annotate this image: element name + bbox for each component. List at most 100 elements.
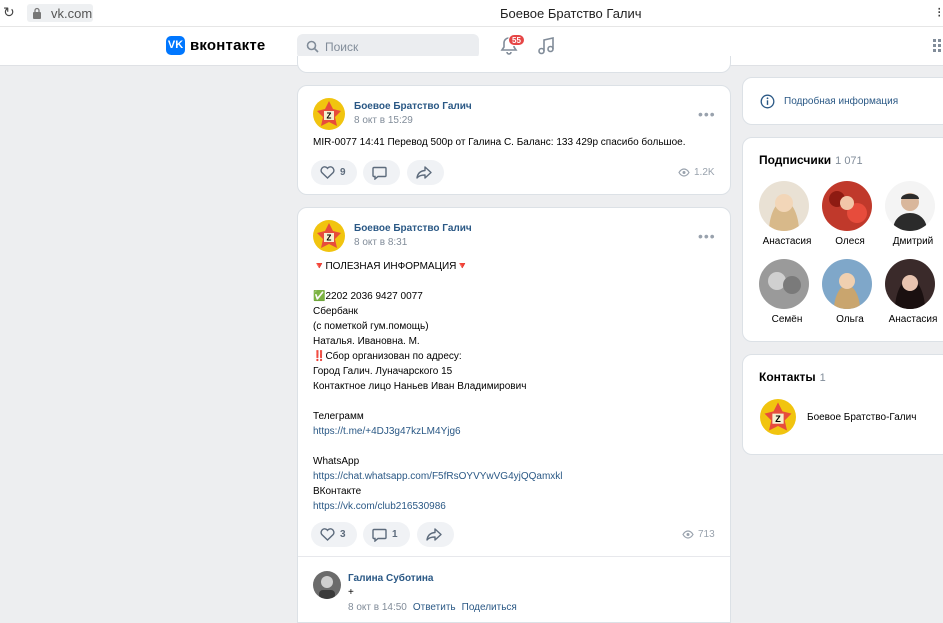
views-counter: 713 <box>682 529 715 540</box>
post-text-line: Наталья. Ивановна. М. <box>313 336 420 347</box>
contacts-label: Контакты <box>759 370 816 384</box>
contact-name[interactable]: Боевое Братство-Галич <box>807 412 916 423</box>
comment-author[interactable]: Галина Суботина <box>348 573 433 584</box>
heart-icon <box>320 166 335 179</box>
subscriber-name: Ольга <box>836 314 864 325</box>
comment-text: + <box>348 587 354 598</box>
browser-toolbar: ↻ vk.com Боевое Братство Галич ⁝ <box>0 0 943 27</box>
post-text-line: ВКонтакте <box>313 486 362 497</box>
address-bar[interactable]: vk.com <box>27 4 93 22</box>
like-count: 9 <box>340 167 346 178</box>
telegram-link[interactable]: https://t.me/+4DJ3g47kzLM4Yjg6 <box>313 424 723 439</box>
svg-text:Z: Z <box>327 112 332 121</box>
heart-icon <box>320 528 335 541</box>
previous-post-card <box>297 56 731 73</box>
share-button[interactable] <box>417 522 454 547</box>
like-count: 3 <box>340 529 346 540</box>
subscriber-name: Олеся <box>835 236 865 247</box>
share-button[interactable] <box>407 160 444 185</box>
page-title: Боевое Братство Галич <box>500 6 642 21</box>
reply-link[interactable]: Ответить <box>413 602 456 613</box>
lock-icon <box>33 7 41 19</box>
contacts-card: Контакты 1 Z Боевое Братство-Галич <box>742 354 943 455</box>
subscribers-count: 1 071 <box>835 155 863 167</box>
post-text-line: Контактное лицо Наньев Иван Владимирович <box>313 381 527 392</box>
apps-grid-icon[interactable] <box>933 39 943 53</box>
wall-post: Z Боевое Братство Галич 8 окт в 15:29 ••… <box>297 85 731 195</box>
avatar <box>822 259 872 309</box>
contacts-count: 1 <box>819 372 826 384</box>
avatar <box>822 181 872 231</box>
comment-button[interactable]: 1 <box>363 522 410 547</box>
post-more-icon[interactable]: ••• <box>698 228 716 244</box>
post-text-line: ✅2202 2036 9427 0077 <box>313 291 423 302</box>
post-text-line: MIR-0077 14:41 Перевод 500р от Галина С.… <box>313 137 686 148</box>
post-author[interactable]: Боевое Братство Галич <box>354 223 472 234</box>
comment-meta: 8 окт в 14:50 Ответить Поделиться <box>348 602 517 613</box>
community-avatar[interactable]: Z <box>313 220 345 252</box>
info-card: Подробная информация <box>742 77 943 125</box>
avatar <box>759 181 809 231</box>
share-comment-link[interactable]: Поделиться <box>462 602 517 613</box>
comment-button[interactable] <box>363 160 400 185</box>
commenter-avatar[interactable] <box>313 571 341 599</box>
subscribers-label: Подписчики <box>759 153 832 167</box>
vk-club-link[interactable]: https://vk.com/club216530986 <box>313 499 723 514</box>
post-text-line: ‼️Сбор организован по адресу: <box>313 351 462 362</box>
views-counter: 1.2K <box>678 167 715 178</box>
svg-text:Z: Z <box>775 414 781 424</box>
search-input[interactable] <box>325 37 465 56</box>
subscriber-name: Семён <box>771 314 803 325</box>
comments-divider <box>298 556 730 557</box>
post-date[interactable]: 8 окт в 8:31 <box>354 237 407 248</box>
like-button[interactable]: 3 <box>311 522 357 547</box>
contact-avatar[interactable]: Z <box>760 399 796 435</box>
post-text-line: Сбербанк <box>313 306 358 317</box>
svg-text:Z: Z <box>327 234 332 243</box>
search-icon <box>306 40 319 53</box>
comment-count: 1 <box>392 529 398 540</box>
subscribers-title[interactable]: Подписчики 1 071 <box>759 153 863 167</box>
address-url: vk.com <box>51 6 93 21</box>
site-logo-text[interactable]: вконтакте <box>190 37 265 54</box>
eye-icon <box>678 168 690 177</box>
subscriber-name: Анастасия <box>762 236 812 247</box>
post-text: MIR-0077 14:41 Перевод 500р от Галина С.… <box>313 135 723 150</box>
reload-icon[interactable]: ↻ <box>3 5 17 19</box>
vk-logo-icon[interactable]: VK <box>166 36 185 55</box>
avatar <box>759 259 809 309</box>
post-text-line: 🔻ПОЛЕЗНАЯ ИНФОРМАЦИЯ🔻 <box>313 261 469 272</box>
post-date[interactable]: 8 окт в 15:29 <box>354 115 413 126</box>
avatar <box>885 181 935 231</box>
views-count: 1.2K <box>694 167 715 178</box>
post-text-line: WhatsApp <box>313 456 360 467</box>
comment-date[interactable]: 8 окт в 14:50 <box>348 602 407 613</box>
post-text: 🔻ПОЛЕЗНАЯ ИНФОРМАЦИЯ🔻 ✅2202 2036 9427 00… <box>313 259 723 514</box>
whatsapp-link[interactable]: https://chat.whatsapp.com/F5fRsOYVYwVG4y… <box>313 469 723 484</box>
share-icon <box>416 166 432 179</box>
comment-icon <box>372 528 387 542</box>
post-text-line <box>313 274 723 289</box>
subscribers-card: Подписчики 1 071 Анастасия Олеся Дмитрий … <box>742 137 943 342</box>
post-text-line <box>313 394 723 409</box>
post-text-line: (с пометкой гум.помощь) <box>313 321 429 332</box>
post-text-line: Телеграмм <box>313 411 364 422</box>
notifications-badge: 55 <box>508 34 525 46</box>
detailed-info-link[interactable]: Подробная информация <box>784 96 898 107</box>
post-more-icon[interactable]: ••• <box>698 106 716 122</box>
avatar <box>885 259 935 309</box>
share-icon <box>426 528 442 541</box>
subscriber-name: Анастасия <box>888 314 938 325</box>
views-count: 713 <box>698 529 715 540</box>
info-icon <box>760 94 775 109</box>
wall-post: Z Боевое Братство Галич 8 окт в 8:31 •••… <box>297 207 731 623</box>
post-text-line: Город Галич. Луначарского 15 <box>313 366 453 377</box>
like-button[interactable]: 9 <box>311 160 357 185</box>
community-avatar[interactable]: Z <box>313 98 345 130</box>
contacts-title[interactable]: Контакты 1 <box>759 370 826 384</box>
music-icon[interactable] <box>537 36 555 56</box>
comment-icon <box>372 166 387 180</box>
browser-menu-icon[interactable]: ⁝ <box>937 4 941 21</box>
post-author[interactable]: Боевое Братство Галич <box>354 101 472 112</box>
eye-icon <box>682 530 694 539</box>
